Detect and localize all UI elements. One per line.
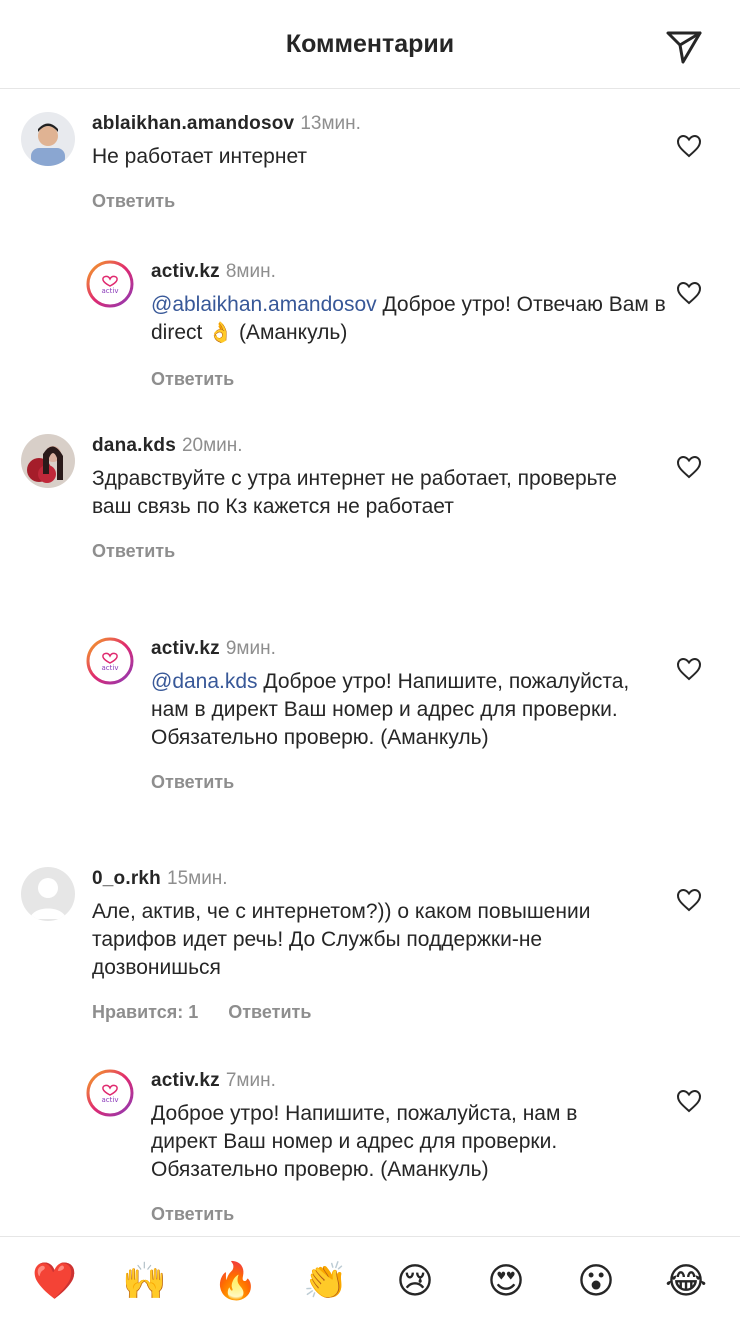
reply-button[interactable]: Ответить	[228, 1002, 311, 1022]
timestamp: 20мин.	[181, 435, 243, 456]
crying-face-emoji-button[interactable]: 😢	[393, 1259, 437, 1303]
activ-logo-icon: activ	[86, 637, 134, 685]
fire-emoji-button[interactable]: 🔥	[213, 1259, 258, 1303]
avatar[interactable]	[21, 434, 75, 488]
comment-text: Не работает интернет	[92, 145, 308, 168]
heart-icon[interactable]	[676, 134, 702, 158]
default-avatar-icon	[21, 867, 75, 921]
red-heart-emoji-button[interactable]: ❤️	[32, 1259, 77, 1303]
tears-of-joy-emoji-button[interactable]: 😂	[664, 1259, 708, 1303]
reply-button[interactable]: Ответить	[92, 541, 175, 561]
svg-text:activ: activ	[102, 664, 119, 672]
paper-plane-icon[interactable]	[664, 26, 704, 66]
user-photo	[21, 112, 75, 166]
username[interactable]: activ.kz	[151, 1070, 220, 1091]
heart-icon[interactable]	[676, 281, 702, 305]
heart-eyes-emoji-button[interactable]: 😍	[484, 1259, 528, 1303]
reply-button[interactable]: Ответить	[151, 369, 234, 389]
page-title: Комментарии	[285, 30, 455, 58]
username[interactable]: ablaikhan.amandosov	[92, 113, 294, 134]
reply-button[interactable]: Ответить	[151, 772, 234, 792]
username[interactable]: dana.kds	[92, 435, 176, 456]
timestamp: 15мин.	[167, 868, 228, 889]
raised-hands-emoji-button[interactable]: 🙌	[122, 1259, 167, 1303]
comment-text: Доброе утро! Напишите, пожалуйста, нам в…	[151, 1102, 578, 1181]
reply-button[interactable]: Ответить	[151, 1204, 234, 1224]
heart-icon[interactable]	[676, 657, 702, 681]
avatar[interactable]	[21, 112, 75, 166]
reply-button[interactable]: Ответить	[92, 191, 175, 211]
comment-text: @dana.kds Доброе утро! Напишите, пожалуй…	[151, 670, 630, 749]
timestamp: 13мин.	[300, 113, 361, 134]
timestamp: 9мин.	[225, 638, 276, 659]
header: Комментарии	[0, 0, 740, 89]
heart-icon[interactable]	[676, 888, 702, 912]
comment-text: Здравствуйте с утра интернет не работает…	[92, 467, 617, 518]
mention-link[interactable]: @ablaikhan.amandosov	[151, 293, 377, 316]
avatar[interactable]: activ	[85, 259, 135, 309]
comment-text: Але, актив, че с интернетом?)) о каком п…	[92, 900, 591, 979]
likes-count[interactable]: Нравится: 1	[92, 1002, 198, 1022]
avatar[interactable]	[21, 867, 75, 921]
avatar[interactable]: activ	[85, 636, 135, 686]
clapping-hands-emoji-button[interactable]: 👏	[303, 1259, 348, 1303]
username[interactable]: 0_o.rkh	[92, 868, 161, 889]
username[interactable]: activ.kz	[151, 261, 220, 282]
surprised-face-emoji-button[interactable]: 😮	[574, 1259, 618, 1303]
user-photo	[21, 434, 75, 488]
svg-text:activ: activ	[102, 1096, 119, 1104]
heart-icon[interactable]	[676, 1089, 702, 1113]
avatar[interactable]: activ	[85, 1068, 135, 1118]
comment-text: @ablaikhan.amandosov Доброе утро! Отвеча…	[151, 293, 666, 344]
mention-link[interactable]: @dana.kds	[151, 670, 258, 693]
comments-list[interactable]: ablaikhan.amandosov 13мин. Не работает ин…	[0, 89, 740, 1235]
heart-icon[interactable]	[676, 455, 702, 479]
svg-text:activ: activ	[102, 287, 119, 295]
activ-logo-icon: activ	[86, 1069, 134, 1117]
timestamp: 8мин.	[225, 261, 276, 282]
username[interactable]: activ.kz	[151, 638, 220, 659]
activ-logo-icon: activ	[86, 260, 134, 308]
ok-hand-icon: 👌	[208, 322, 234, 344]
timestamp: 7мин.	[225, 1070, 276, 1091]
quick-reactions-bar: ❤️ 🙌 🔥 👏 😢 😍 😮 😂	[0, 1236, 740, 1320]
